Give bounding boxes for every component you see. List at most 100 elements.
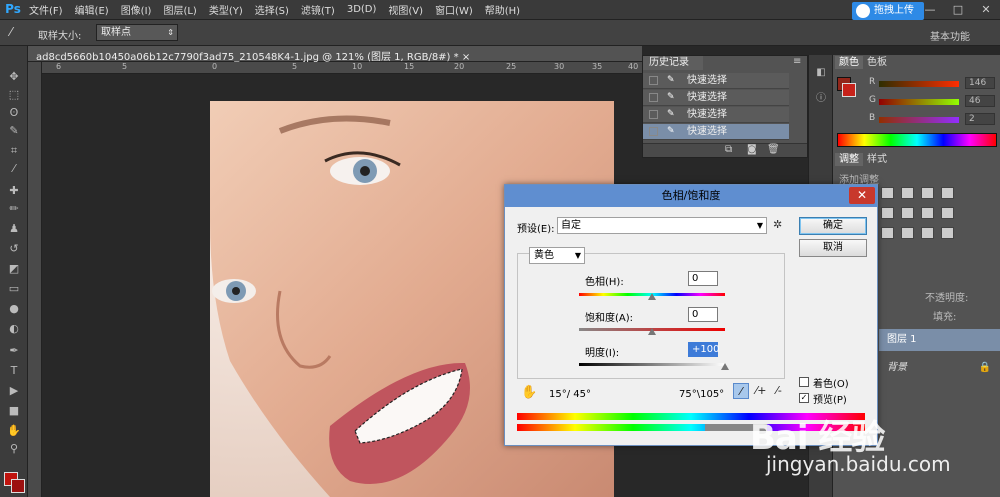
preset-select[interactable]: 自定 ▼ xyxy=(557,217,767,234)
lightness-input[interactable]: +100 xyxy=(688,342,719,357)
red-value[interactable]: 146 xyxy=(965,77,995,89)
hue-slider-thumb[interactable] xyxy=(648,293,656,300)
gradient-map-icon[interactable] xyxy=(941,227,954,239)
crop-tool-icon[interactable]: ⌗ xyxy=(6,144,22,158)
history-tab[interactable]: 历史记录 xyxy=(643,56,703,70)
color-balance-icon[interactable] xyxy=(901,207,914,219)
history-brush-icon[interactable]: ↺ xyxy=(6,242,22,256)
close-window-button[interactable]: ✕ xyxy=(972,0,1000,20)
channel-select[interactable]: 黄色 ▼ xyxy=(529,247,585,264)
lasso-tool-icon[interactable]: ʘ xyxy=(6,106,22,120)
eyedropper-tool-icon[interactable]: ⁄ xyxy=(6,162,22,176)
eyedropper-plus-icon[interactable]: ⁄+ xyxy=(753,383,769,399)
history-snapshot-checkbox[interactable] xyxy=(649,93,658,102)
quick-select-tool-icon[interactable]: ✎ xyxy=(6,124,22,138)
hue-sat-icon[interactable] xyxy=(881,207,894,219)
threshold-icon[interactable] xyxy=(921,227,934,239)
menu-window[interactable]: 窗口(W) xyxy=(429,2,479,17)
menu-view[interactable]: 视图(V) xyxy=(382,2,429,17)
history-item[interactable]: ✎ 快速选择 xyxy=(643,90,789,106)
upload-button[interactable]: 拖拽上传 xyxy=(852,2,924,20)
blur-tool-icon[interactable]: ● xyxy=(6,302,22,316)
hand-tool-icon[interactable]: ✋ xyxy=(6,424,22,438)
path-select-icon[interactable]: ▶ xyxy=(6,384,22,398)
gear-icon[interactable]: ✲ xyxy=(773,218,782,231)
posterize-icon[interactable] xyxy=(901,227,914,239)
dialog-close-button[interactable]: ✕ xyxy=(849,187,875,204)
layer-row-selected[interactable]: 图层 1 xyxy=(879,329,1000,351)
stamp-tool-icon[interactable]: ♟ xyxy=(6,222,22,236)
history-snapshot-checkbox[interactable] xyxy=(649,110,658,119)
healing-tool-icon[interactable]: ✚ xyxy=(6,184,22,198)
gradient-tool-icon[interactable]: ▭ xyxy=(6,282,22,296)
green-value[interactable]: 46 xyxy=(965,95,995,107)
type-tool-icon[interactable]: T xyxy=(6,364,22,378)
background-color-swatch[interactable] xyxy=(11,479,25,493)
hand-adjust-icon[interactable]: ✋ xyxy=(521,385,537,400)
curves-icon[interactable] xyxy=(921,187,934,199)
zoom-tool-icon[interactable]: ⚲ xyxy=(6,442,22,456)
cancel-button[interactable]: 取消 xyxy=(799,239,867,257)
history-snapshot-checkbox[interactable] xyxy=(649,76,658,85)
tab-color[interactable]: 颜色 xyxy=(835,56,863,69)
menu-layer[interactable]: 图层(L) xyxy=(157,2,202,17)
colorize-checkbox[interactable] xyxy=(799,377,809,387)
info-icon[interactable]: ⓘ xyxy=(813,89,829,104)
pen-tool-icon[interactable]: ✒ xyxy=(6,344,22,358)
saturation-input[interactable]: 0 xyxy=(688,307,718,322)
green-slider[interactable] xyxy=(879,99,959,105)
trash-icon[interactable]: 🗑 xyxy=(767,144,780,155)
menu-type[interactable]: 类型(Y) xyxy=(203,2,249,17)
preview-checkbox[interactable]: ✓ xyxy=(799,393,809,403)
shape-tool-icon[interactable]: ■ xyxy=(6,404,22,418)
panel-toggle-icon[interactable]: ◧ xyxy=(813,67,829,81)
snapshot-icon[interactable]: ◙ xyxy=(747,144,757,155)
lightness-slider[interactable] xyxy=(579,363,725,366)
eraser-tool-icon[interactable]: ◩ xyxy=(6,262,22,276)
move-tool-icon[interactable]: ✥ xyxy=(6,70,22,84)
channel-mixer-icon[interactable] xyxy=(941,207,954,219)
eyedropper-icon[interactable]: ⁄ xyxy=(10,25,12,39)
eyedropper-icon[interactable]: ⁄ xyxy=(733,383,749,399)
marquee-tool-icon[interactable]: ⬚ xyxy=(6,88,22,102)
document-tab[interactable]: ad8cd5660b10450a06b12c7790f3ad75_210548K… xyxy=(28,46,642,63)
lightness-slider-thumb[interactable] xyxy=(721,363,729,370)
menu-file[interactable]: 文件(F) xyxy=(23,2,69,17)
new-document-icon[interactable]: ⧉ xyxy=(725,144,732,155)
dodge-tool-icon[interactable]: ◐ xyxy=(6,322,22,336)
history-item[interactable]: ✎ 快速选择 xyxy=(643,107,789,123)
sample-size-select[interactable]: 取样点 ⇕ xyxy=(96,24,178,41)
brightness-icon[interactable] xyxy=(881,187,894,199)
history-item[interactable]: ✎ 快速选择 xyxy=(643,73,789,89)
menu-3d[interactable]: 3D(D) xyxy=(341,4,383,15)
hue-input[interactable]: 0 xyxy=(688,271,718,286)
maximize-button[interactable]: □ xyxy=(944,0,972,20)
color-spectrum-bar[interactable] xyxy=(837,133,997,147)
blue-value[interactable]: 2 xyxy=(965,113,995,125)
menu-edit[interactable]: 编辑(E) xyxy=(69,2,115,17)
workspace-label[interactable]: 基本功能 xyxy=(930,28,970,43)
exposure-icon[interactable] xyxy=(941,187,954,199)
tab-adjustments[interactable]: 调整 xyxy=(835,153,863,166)
menu-select[interactable]: 选择(S) xyxy=(249,2,295,17)
invert-icon[interactable] xyxy=(881,227,894,239)
dialog-title[interactable]: 色相/饱和度 xyxy=(505,185,877,207)
red-slider[interactable] xyxy=(879,81,959,87)
levels-icon[interactable] xyxy=(901,187,914,199)
eyedropper-minus-icon[interactable]: ⁄- xyxy=(771,383,787,399)
history-item-selected[interactable]: ✎ 快速选择 xyxy=(643,124,789,140)
color-fg-swatch[interactable] xyxy=(842,83,856,97)
tab-swatches[interactable]: 色板 xyxy=(863,56,891,69)
menu-image[interactable]: 图像(I) xyxy=(115,2,158,17)
ok-button[interactable]: 确定 xyxy=(799,217,867,235)
menu-filter[interactable]: 滤镜(T) xyxy=(295,2,341,17)
saturation-slider-thumb[interactable] xyxy=(648,328,656,335)
blue-slider[interactable] xyxy=(879,117,959,123)
history-snapshot-checkbox[interactable] xyxy=(649,127,658,136)
background-layer-row[interactable]: 背景 🔒 xyxy=(879,357,1000,379)
brush-tool-icon[interactable]: ✏ xyxy=(6,202,22,216)
tab-styles[interactable]: 样式 xyxy=(863,153,891,166)
bw-icon[interactable] xyxy=(921,207,934,219)
panel-menu-icon[interactable]: ≡ xyxy=(793,56,801,67)
menu-help[interactable]: 帮助(H) xyxy=(479,2,526,17)
